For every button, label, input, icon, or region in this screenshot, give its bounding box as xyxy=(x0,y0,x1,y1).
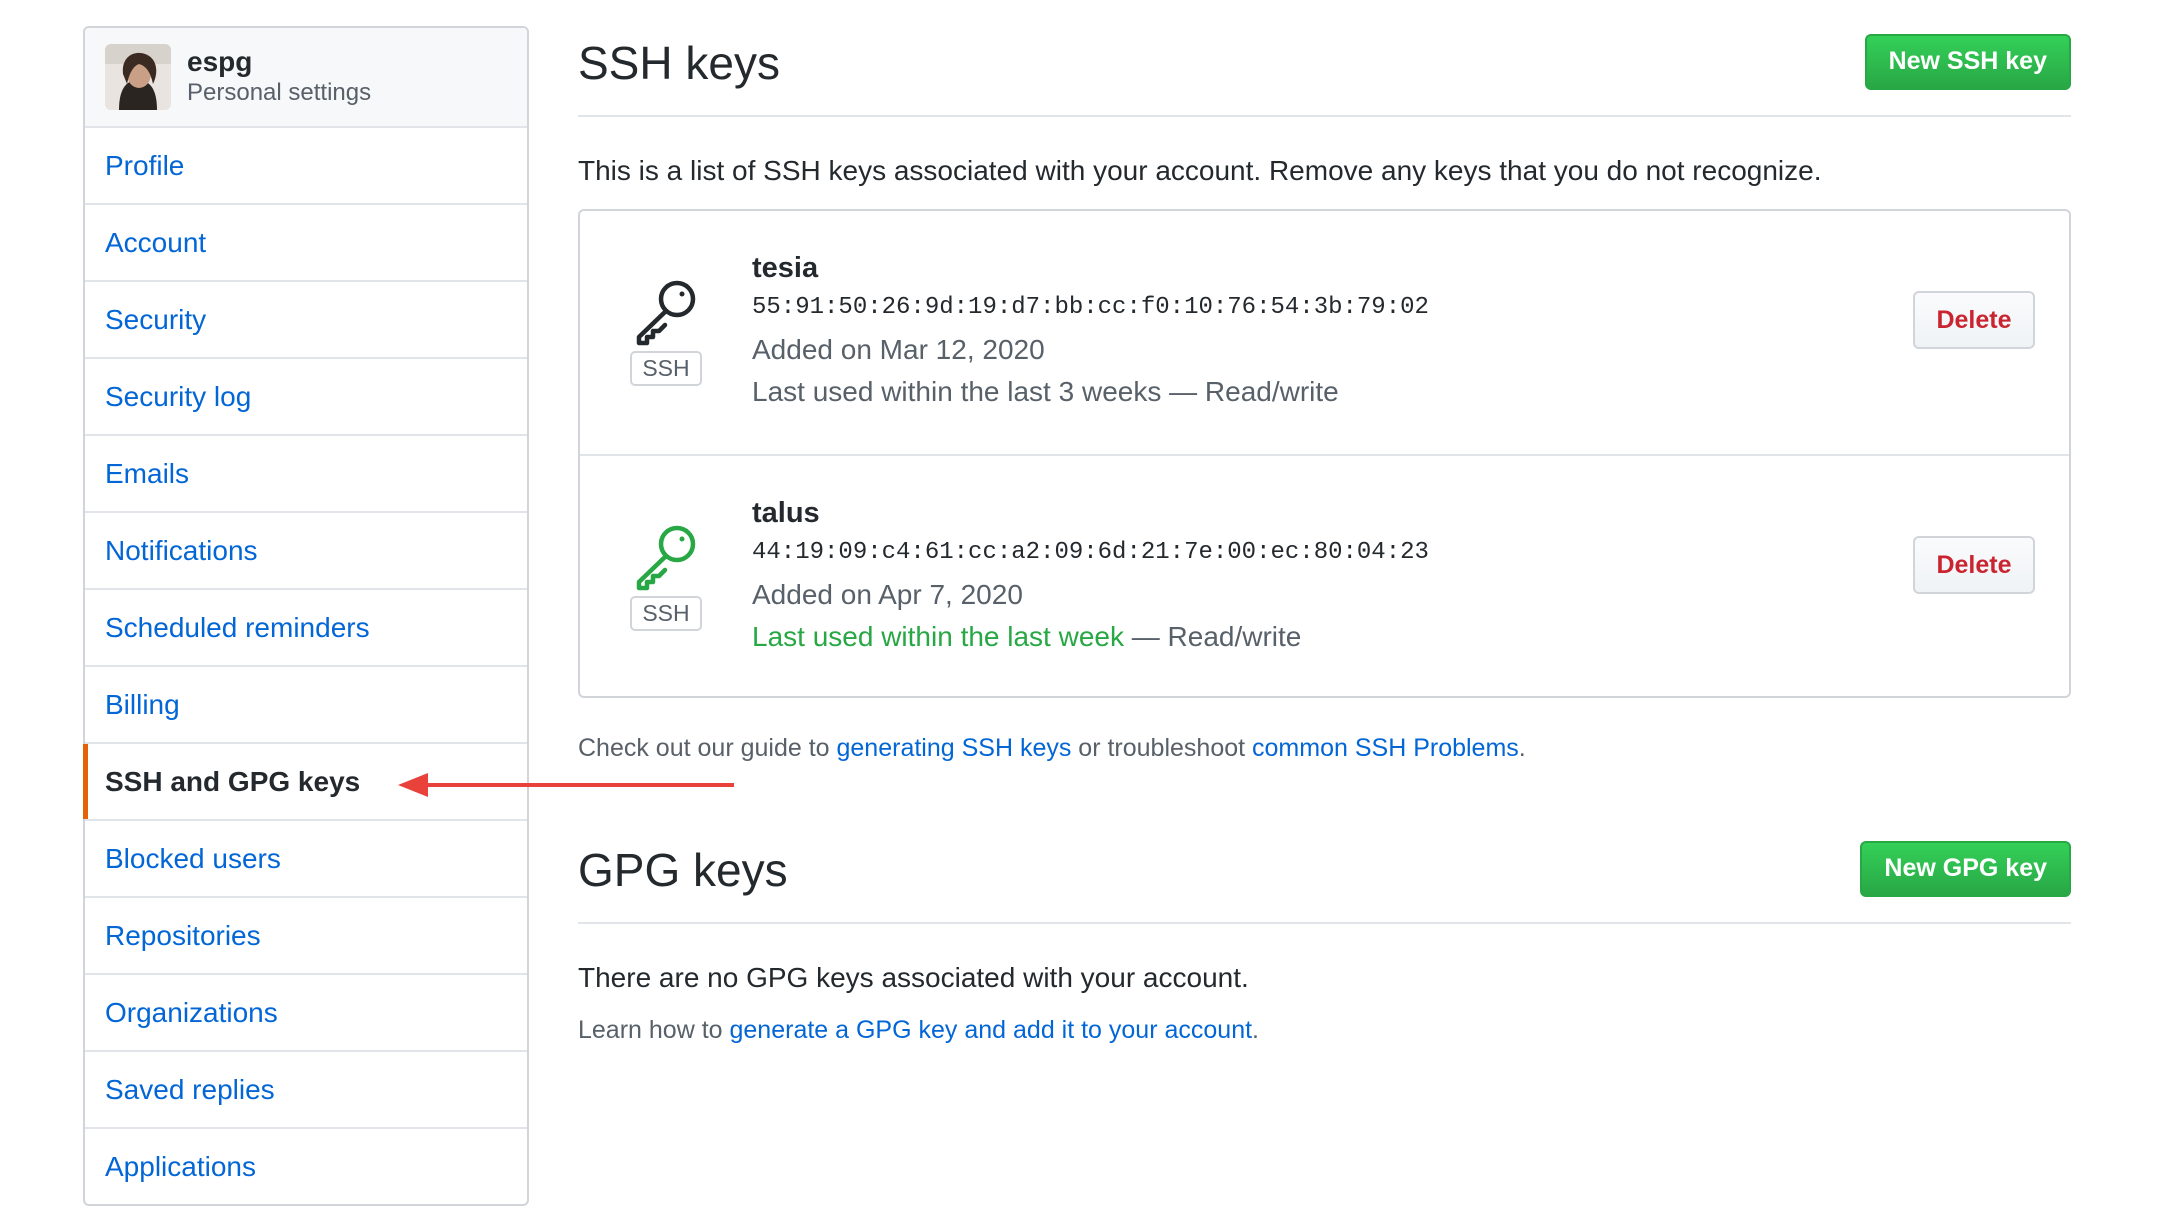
new-ssh-key-button[interactable]: New SSH key xyxy=(1864,33,2071,90)
gpg-learn-text: Learn how to generate a GPG key and add … xyxy=(578,1016,2071,1045)
key-title: tesia xyxy=(752,252,819,284)
personal-settings-label: Personal settings xyxy=(187,79,372,106)
gpg-section-header: GPG keys New GPG key xyxy=(578,833,2071,924)
sidebar-item-notifications[interactable]: Notifications xyxy=(85,513,527,590)
guide-middle: or troubleshoot xyxy=(1071,734,1253,762)
sidebar-item-applications[interactable]: Applications xyxy=(85,1129,527,1204)
sidebar-item-organizations[interactable]: Organizations xyxy=(85,975,527,1052)
key-icon xyxy=(636,525,696,591)
no-gpg-keys-text: There are no GPG keys associated with yo… xyxy=(578,962,1249,993)
guide-suffix: . xyxy=(1518,734,1526,762)
settings-sidebar: espg Personal settings Profile Account S… xyxy=(83,26,529,1206)
sidebar-item-security-log[interactable]: Security log xyxy=(85,359,527,436)
delete-key-button[interactable]: Delete xyxy=(1913,536,2035,594)
common-ssh-problems-link[interactable]: common SSH Problems xyxy=(1252,734,1519,762)
ssh-key-row: SSH tesia 55:91:50:26:9d:19:d7:bb:cc:f0:… xyxy=(580,211,2069,454)
avatar[interactable] xyxy=(105,44,171,110)
ssh-guide-text: Check out our guide to generating SSH ke… xyxy=(578,734,2071,763)
sidebar-item-blocked-users[interactable]: Blocked users xyxy=(85,821,527,898)
generating-ssh-keys-link[interactable]: generating SSH keys xyxy=(837,734,1072,762)
key-last-used: Last used within the last 3 weeks — Read… xyxy=(752,371,1429,413)
key-fingerprint: 44:19:09:c4:61:cc:a2:09:6d:21:7e:00:ec:8… xyxy=(752,539,1429,566)
sidebar-item-emails[interactable]: Emails xyxy=(85,436,527,513)
key-last-used: Last used within the last week — Read/wr… xyxy=(752,616,1429,658)
gpg-section: GPG keys New GPG key There are no GPG ke… xyxy=(578,833,2071,1045)
access-level: — Read/write xyxy=(1161,376,1339,407)
key-added-date: Added on Mar 12, 2020 xyxy=(752,334,1045,365)
ssh-type-label: SSH xyxy=(630,351,702,386)
ssh-section-header: SSH keys New SSH key xyxy=(578,26,2071,117)
sidebar-item-scheduled-reminders[interactable]: Scheduled reminders xyxy=(85,590,527,667)
new-gpg-key-button[interactable]: New GPG key xyxy=(1860,840,2071,897)
ssh-key-row: SSH talus 44:19:09:c4:61:cc:a2:09:6d:21:… xyxy=(580,454,2069,696)
username[interactable]: espg xyxy=(187,46,371,78)
learn-suffix: . xyxy=(1252,1016,1259,1044)
last-used-text: Last used within the last week xyxy=(752,621,1124,652)
learn-prefix: Learn how to xyxy=(578,1016,730,1044)
last-used-text: Last used within the last 3 weeks xyxy=(752,376,1162,407)
ssh-keys-list: SSH tesia 55:91:50:26:9d:19:d7:bb:cc:f0:… xyxy=(578,209,2071,698)
sidebar-item-account[interactable]: Account xyxy=(85,205,527,282)
generate-gpg-key-link[interactable]: generate a GPG key and add it to your ac… xyxy=(730,1016,1253,1044)
key-title: talus xyxy=(752,497,820,529)
gpg-keys-title: GPG keys xyxy=(578,843,788,896)
main-content: SSH keys New SSH key This is a list of S… xyxy=(578,26,2071,1045)
ssh-type-label: SSH xyxy=(630,596,702,631)
sidebar-item-billing[interactable]: Billing xyxy=(85,667,527,744)
key-added-date: Added on Apr 7, 2020 xyxy=(752,579,1023,610)
key-icon xyxy=(636,280,696,346)
delete-key-button[interactable]: Delete xyxy=(1913,291,2035,349)
key-fingerprint: 55:91:50:26:9d:19:d7:bb:cc:f0:10:76:54:3… xyxy=(752,294,1429,321)
sidebar-header: espg Personal settings xyxy=(85,28,527,128)
sidebar-item-profile[interactable]: Profile xyxy=(85,128,527,205)
sidebar-item-security[interactable]: Security xyxy=(85,282,527,359)
settings-page: espg Personal settings Profile Account S… xyxy=(0,0,2163,1213)
guide-prefix: Check out our guide to xyxy=(578,734,837,762)
sidebar-item-repositories[interactable]: Repositories xyxy=(85,898,527,975)
access-level: — Read/write xyxy=(1123,621,1302,652)
ssh-intro-text: This is a list of SSH keys associated wi… xyxy=(578,155,1822,186)
ssh-keys-title: SSH keys xyxy=(578,36,780,89)
sidebar-item-saved-replies[interactable]: Saved replies xyxy=(85,1052,527,1129)
